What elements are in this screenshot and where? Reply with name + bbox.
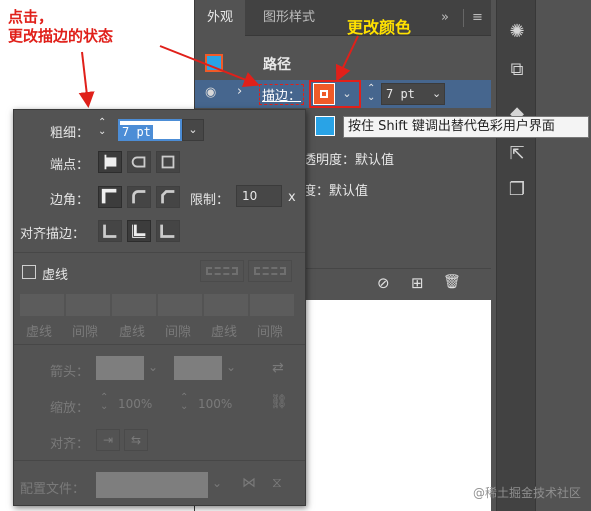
butt-cap-button[interactable] bbox=[98, 151, 122, 173]
gap-1-input[interactable] bbox=[66, 294, 110, 316]
gap-label-1: 间隙 bbox=[72, 325, 99, 340]
swap-arrows-icon[interactable]: ⇄ bbox=[272, 360, 284, 376]
round-cap-button[interactable] bbox=[127, 151, 151, 173]
flip-vertical-icon[interactable]: ⧖ bbox=[272, 475, 282, 491]
arrow-to-stroke bbox=[159, 45, 260, 88]
flip-horizontal-icon[interactable]: ⋈ bbox=[242, 475, 256, 491]
weight-input-text: 7 pt bbox=[120, 125, 153, 139]
arrow-align-place-button[interactable]: ⇆ bbox=[124, 429, 148, 451]
dash-pattern-1-button[interactable] bbox=[200, 260, 244, 282]
divider bbox=[14, 460, 305, 461]
gap-3-input[interactable] bbox=[250, 294, 294, 316]
projecting-cap-button[interactable] bbox=[156, 151, 180, 173]
gap-label-2: 间隙 bbox=[165, 325, 192, 340]
chevron-down-icon[interactable]: ⌄ bbox=[212, 476, 222, 490]
round-join-button[interactable] bbox=[127, 186, 151, 208]
arrow-end-select[interactable] bbox=[174, 356, 222, 380]
dash-3-input[interactable] bbox=[204, 294, 248, 316]
arrow-to-color bbox=[335, 35, 359, 82]
arrow-label: 箭头： bbox=[50, 365, 90, 380]
weight-input[interactable]: 7 pt bbox=[118, 119, 182, 141]
arrow-start-select[interactable] bbox=[96, 356, 144, 380]
limit-input[interactable]: 10 bbox=[236, 185, 282, 207]
align-center-button[interactable] bbox=[98, 220, 122, 242]
chevron-down-icon[interactable]: ⌄ bbox=[148, 360, 158, 374]
corner-label: 边角： bbox=[50, 193, 90, 208]
scale-start-input[interactable]: 100% bbox=[118, 397, 152, 411]
arrow-align-label: 对齐： bbox=[50, 437, 90, 452]
profile-select[interactable] bbox=[96, 472, 208, 498]
arrow-to-panel bbox=[78, 51, 95, 108]
miter-join-button[interactable] bbox=[98, 186, 122, 208]
limit-label: 限制： bbox=[190, 193, 230, 208]
dashed-label: 虚线 bbox=[42, 268, 69, 283]
weight-stepper-icon[interactable]: ⌃ ⌄ bbox=[98, 118, 106, 137]
stroke-panel: 粗细： ⌃⌄ 7 pt ⌄ 端点： 边角： 限制： 10 x 对齐描边： 虚线 bbox=[13, 109, 306, 506]
gap-label-3: 间隙 bbox=[257, 325, 284, 340]
watermark: @稀土掘金技术社区 bbox=[472, 486, 581, 500]
scale-stepper-icon[interactable]: ⌃ ⌄ bbox=[100, 393, 108, 412]
dash-label-1: 虚线 bbox=[26, 325, 53, 340]
gap-2-input[interactable] bbox=[158, 294, 202, 316]
dash-label-3: 虚线 bbox=[211, 325, 238, 340]
align-stroke-label: 对齐描边： bbox=[20, 227, 86, 242]
link-scale-icon[interactable]: ⛓ bbox=[270, 394, 288, 410]
dash-label-2: 虚线 bbox=[119, 325, 146, 340]
bevel-join-button[interactable] bbox=[156, 186, 180, 208]
dashed-checkbox[interactable] bbox=[22, 265, 36, 279]
align-outside-button[interactable] bbox=[156, 220, 180, 242]
limit-unit: x bbox=[288, 190, 296, 205]
profile-label: 配置文件： bbox=[20, 482, 86, 497]
scale-label: 缩放： bbox=[50, 401, 90, 416]
align-inside-button[interactable] bbox=[127, 220, 151, 242]
dash-2-input[interactable] bbox=[112, 294, 156, 316]
arrow-align-extend-button[interactable]: ⇥ bbox=[96, 429, 120, 451]
weight-dropdown-icon[interactable]: ⌄ bbox=[182, 119, 204, 141]
weight-label: 粗细： bbox=[50, 126, 90, 141]
scale-end-input[interactable]: 100% bbox=[198, 397, 232, 411]
dash-pattern-2-button[interactable] bbox=[248, 260, 292, 282]
cap-label: 端点： bbox=[50, 158, 90, 173]
divider bbox=[14, 252, 305, 253]
dash-1-input[interactable] bbox=[20, 294, 64, 316]
scale-stepper-icon[interactable]: ⌃ ⌄ bbox=[180, 393, 188, 412]
divider bbox=[14, 344, 305, 345]
chevron-down-icon[interactable]: ⌄ bbox=[226, 360, 236, 374]
